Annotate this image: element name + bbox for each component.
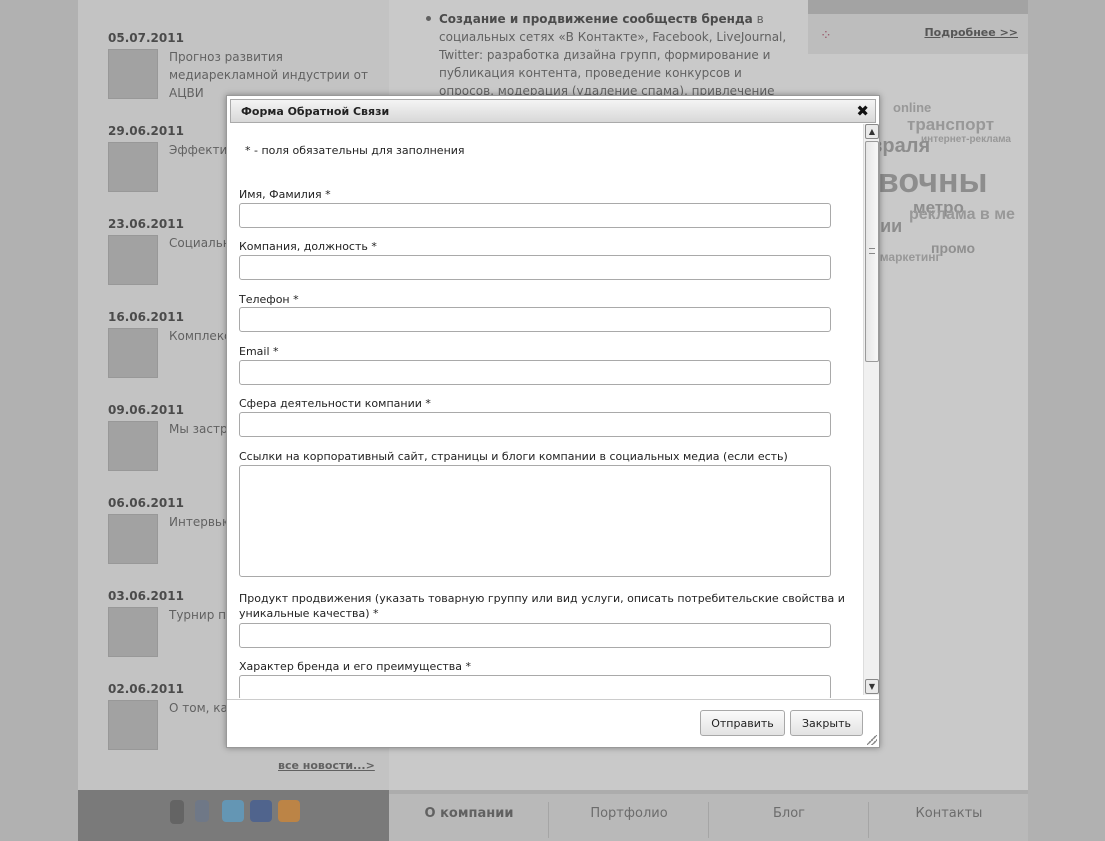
product-field[interactable] — [239, 623, 831, 648]
email-label: Email * — [239, 345, 279, 358]
close-icon[interactable]: ✖ — [856, 102, 869, 120]
dialog-scrollbar[interactable]: ▲ ▼ — [863, 124, 879, 695]
company-field[interactable] — [239, 255, 831, 280]
dialog-footer: Отправить Закрыть — [227, 699, 879, 747]
feedback-dialog: Форма Обратной Связи ✖ * - поля обязател… — [226, 95, 880, 748]
email-field[interactable] — [239, 360, 831, 385]
industry-field[interactable] — [239, 412, 831, 437]
scroll-thumb[interactable] — [865, 141, 879, 362]
submit-button[interactable]: Отправить — [700, 710, 785, 736]
grip-icon — [869, 248, 875, 254]
scroll-up-icon[interactable]: ▲ — [865, 124, 879, 139]
required-note: * - поля обязательны для заполнения — [245, 144, 465, 157]
links-label: Ссылки на корпоративный сайт, страницы и… — [239, 450, 788, 463]
company-label: Компания, должность * — [239, 240, 377, 253]
dialog-body: * - поля обязательны для заполнения Имя,… — [227, 124, 863, 698]
phone-label: Телефон * — [239, 293, 299, 306]
resize-handle-icon[interactable] — [867, 735, 877, 745]
phone-field[interactable] — [239, 307, 831, 332]
scroll-down-icon[interactable]: ▼ — [865, 679, 879, 694]
name-label: Имя, Фамилия * — [239, 188, 331, 201]
name-field[interactable] — [239, 203, 831, 228]
dialog-title: Форма Обратной Связи — [241, 105, 390, 118]
industry-label: Сфера деятельности компании * — [239, 397, 431, 410]
dialog-titlebar[interactable]: Форма Обратной Связи ✖ — [230, 99, 876, 123]
links-textarea[interactable] — [239, 465, 831, 577]
product-label: Продукт продвижения (указать товарную гр… — [239, 592, 845, 620]
brand-label: Характер бренда и его преимущества * — [239, 660, 471, 673]
close-button[interactable]: Закрыть — [790, 710, 863, 736]
brand-field[interactable] — [239, 675, 831, 698]
